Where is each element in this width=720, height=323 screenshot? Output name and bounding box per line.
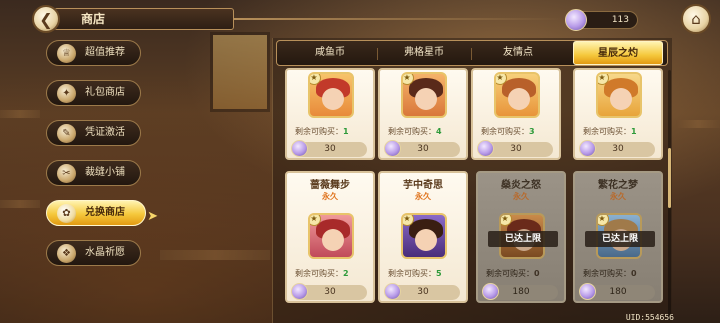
tab-friendship-points[interactable]: 友情点 <box>473 41 563 65</box>
sidebar-item-recommend[interactable]: ♕ 超值推荐 <box>46 40 141 66</box>
item-duration: 永久 <box>415 192 431 201</box>
shop-item-card[interactable]: ★ 剩余可购买：3 30 <box>471 68 561 160</box>
outfit-portrait: ★ <box>596 72 642 118</box>
price-button[interactable]: 30 <box>384 283 460 300</box>
item-name: 芋中奇思 <box>403 180 443 191</box>
sidebar-item-tailor[interactable]: ✂ 裁缝小铺 <box>46 160 141 186</box>
face-shape <box>322 88 344 110</box>
sidebar-item-gift-shop[interactable]: ✦ 礼包商店 <box>46 80 141 106</box>
background-shelf <box>160 250 270 260</box>
crown-icon: ♕ <box>57 44 76 63</box>
item-duration: 永久 <box>322 192 338 201</box>
face-shape <box>610 88 632 110</box>
sidebar-item-exchange[interactable]: ✿ 兑换商店 ➤ <box>46 200 158 226</box>
item-duration: 永久 <box>513 192 529 201</box>
face-shape <box>415 229 437 251</box>
shop-item-card[interactable]: ★ 剩余可购买：4 30 <box>378 68 468 160</box>
sidebar-item-crystal-wish[interactable]: ❖ 水晶祈愿 <box>46 240 141 266</box>
background-shelf <box>676 120 720 128</box>
ticket-icon: ✎ <box>57 124 76 143</box>
back-button[interactable]: ❮ <box>32 5 60 33</box>
tab-divider <box>471 48 472 60</box>
sidebar-item-label: 裁缝小铺 <box>85 167 125 178</box>
remaining-purchases: 剩余可购买：1 <box>295 127 349 136</box>
tab-xianyu-coin[interactable]: 咸鱼币 <box>285 41 375 65</box>
sidebar-item-label: 凭证激活 <box>85 127 125 138</box>
shop-item-card[interactable]: ★ 剩余可购买：1 30 <box>573 68 663 160</box>
shop-item-card-sold-out: 燊炎之怒 永久 ★ 已达上限 剩余可购买：0 180 <box>476 171 566 303</box>
outfit-portrait: ★ <box>494 72 540 118</box>
outfit-portrait: ★ <box>308 72 354 118</box>
item-name: 繁花之梦 <box>598 180 638 191</box>
remaining-purchases: 剩余可购买：4 <box>388 127 442 136</box>
limit-reached-label: 已达上限 <box>488 231 558 247</box>
remaining-purchases: 剩余可购买：1 <box>583 127 637 136</box>
back-arrow-icon: ❮ <box>39 9 53 29</box>
currency-tabs: 咸鱼币 弗格星币 友情点 星辰之灼 <box>276 40 668 66</box>
price-button: 180 <box>482 283 558 300</box>
price-button[interactable]: 30 <box>477 140 553 157</box>
home-icon: ⌂ <box>691 10 701 28</box>
tab-fuge-coin[interactable]: 弗格星币 <box>379 41 469 65</box>
remaining-purchases: 剩余可购买：2 <box>295 269 349 278</box>
price-button: 180 <box>579 283 655 300</box>
gift-icon: ✦ <box>57 84 76 103</box>
sidebar-item-label: 兑换商店 <box>85 207 125 218</box>
item-duration: 永久 <box>610 192 626 201</box>
crystal-icon: ❖ <box>57 244 76 263</box>
price-button[interactable]: 30 <box>384 140 460 157</box>
star-gem-icon <box>482 283 499 300</box>
tab-star-ember[interactable]: 星辰之灼 <box>573 41 663 65</box>
star-gem-icon <box>291 140 308 157</box>
remaining-purchases: 剩余可购买：5 <box>388 269 442 278</box>
item-name: 蔷薇舞步 <box>310 180 350 191</box>
star-gem-icon <box>565 9 587 31</box>
face-shape <box>508 88 530 110</box>
sidebar-item-label: 水晶祈愿 <box>85 247 125 258</box>
home-button[interactable]: ⌂ <box>681 4 711 34</box>
shop-item-card[interactable]: ★ 剩余可购买：1 30 <box>285 68 375 160</box>
outfit-portrait: ★ <box>308 213 354 259</box>
currency-amount: 113 <box>611 15 629 25</box>
currency-display: 113 <box>565 9 638 31</box>
outfit-portrait: ★ <box>401 72 447 118</box>
price-button[interactable]: 30 <box>291 140 367 157</box>
title-divider <box>234 18 564 20</box>
item-name: 燊炎之怒 <box>501 180 541 191</box>
sidebar-item-voucher[interactable]: ✎ 凭证激活 <box>46 120 141 146</box>
outfit-portrait: ★ <box>401 213 447 259</box>
active-arrow-icon: ➤ <box>147 209 158 224</box>
exchange-icon: ✿ <box>57 204 76 223</box>
background-window <box>210 32 270 112</box>
shop-item-card-sold-out: 繁花之梦 永久 ★ 已达上限 剩余可购买：0 180 <box>573 171 663 303</box>
background-shelf <box>0 110 40 118</box>
limit-reached-label: 已达上限 <box>585 231 655 247</box>
shop-item-card[interactable]: 蔷薇舞步 永久 ★ 剩余可购买：2 30 <box>285 171 375 303</box>
face-shape <box>415 88 437 110</box>
remaining-purchases: 剩余可购买：3 <box>481 127 535 136</box>
background-shelf <box>0 200 40 208</box>
remaining-purchases: 剩余可购买：0 <box>583 269 637 278</box>
outfit-icon: ✂ <box>57 164 76 183</box>
star-gem-icon <box>384 283 401 300</box>
tab-divider <box>377 48 378 60</box>
scrollbar-thumb[interactable] <box>668 148 671 208</box>
price-button[interactable]: 30 <box>579 140 655 157</box>
page-title: 商店 <box>54 8 234 30</box>
star-gem-icon <box>384 140 401 157</box>
price-button[interactable]: 30 <box>291 283 367 300</box>
star-gem-icon <box>579 140 596 157</box>
shop-item-card[interactable]: 芋中奇思 永久 ★ 剩余可购买：5 30 <box>378 171 468 303</box>
star-gem-icon <box>291 283 308 300</box>
sidebar-item-label: 礼包商店 <box>85 87 125 98</box>
face-shape <box>322 229 344 251</box>
remaining-purchases: 剩余可购买：0 <box>486 269 540 278</box>
star-gem-icon <box>477 140 494 157</box>
sidebar-item-label: 超值推荐 <box>85 47 125 58</box>
user-id: UID:554656 <box>625 313 674 322</box>
star-gem-icon <box>579 283 596 300</box>
